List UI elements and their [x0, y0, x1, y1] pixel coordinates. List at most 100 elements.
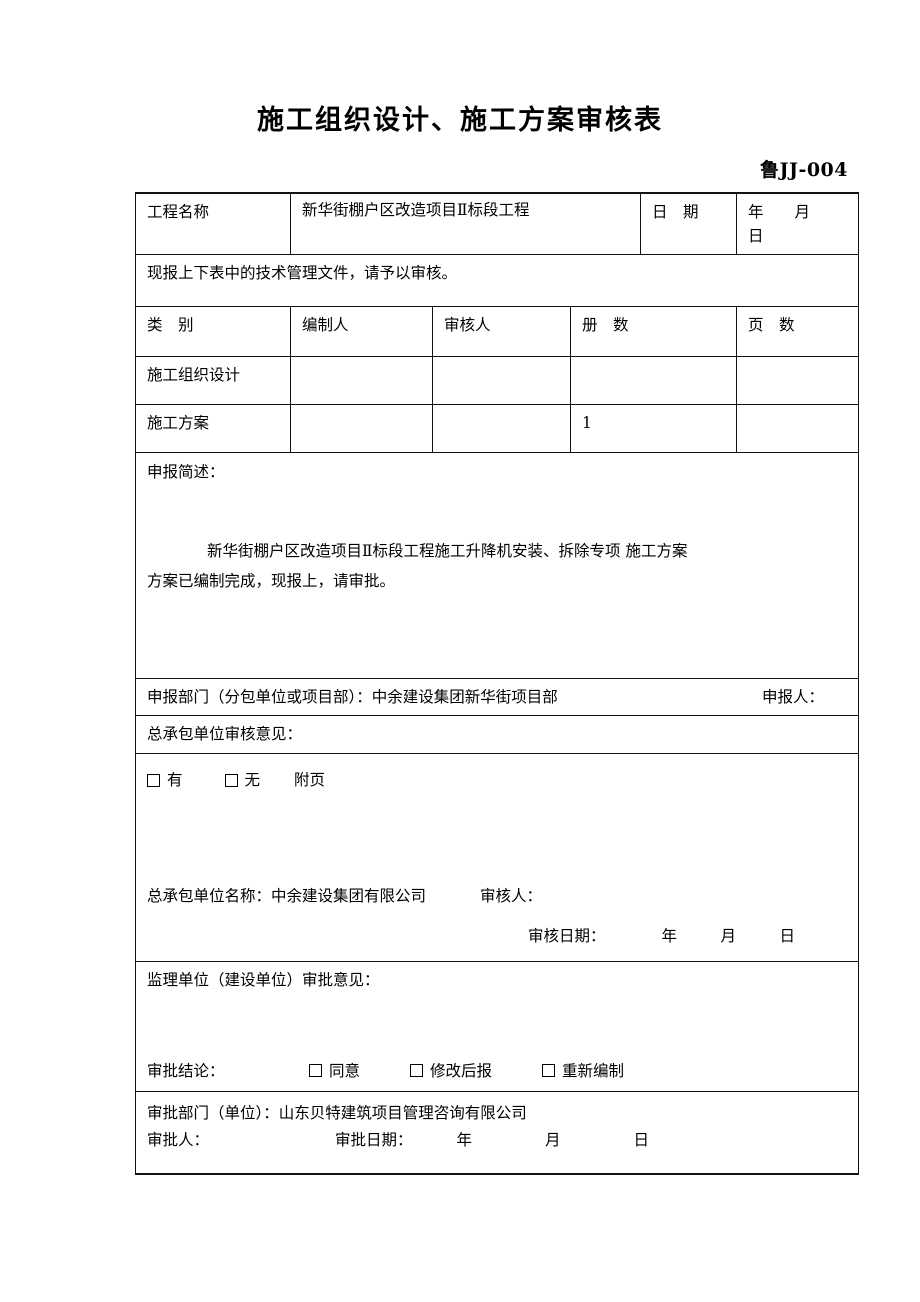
- supervisor-department-cell: 审批部门（单位）：山东贝特建筑项目管理咨询有限公司 审批人： 审批日期： 年 月…: [134, 1091, 860, 1175]
- project-name-value-cell[interactable]: 新华街棚户区改造项目Ⅱ标段工程: [289, 192, 642, 256]
- gc-review-date-row: 审核日期： 年 月 日: [134, 917, 860, 963]
- checkbox-icon[interactable]: [147, 773, 160, 787]
- declarant-label: 申报人：: [762, 688, 825, 707]
- header-volumes-cell: 册 数: [569, 306, 738, 358]
- gc-title-row: 总承包单位审核意见：: [134, 715, 860, 755]
- gc-company-label: 总承包单位名称：: [147, 886, 272, 905]
- table-row: 施工组织设计: [135, 356, 860, 406]
- header-category: 类 别: [147, 316, 194, 335]
- gc-company-row: 总承包单位名称： 中余建设集团有限公司 审核人：: [134, 875, 860, 918]
- page-title: 施工组织设计、施工方案审核表: [257, 105, 663, 136]
- row1-reviewer-cell[interactable]: [432, 404, 571, 454]
- supervisor-department-value: 山东贝特建筑项目管理咨询有限公司: [278, 1104, 527, 1123]
- date-value: 年 月 日: [748, 203, 842, 246]
- supervisor-option-revise-label: 修改后报: [430, 1061, 493, 1080]
- gc-checkbox-no-label: 无: [244, 771, 261, 790]
- gc-company-value: 中余建设集团有限公司: [271, 886, 427, 905]
- supervisor-approval-date-value: 年 月 日: [456, 1131, 664, 1150]
- supervisor-section-title: 监理单位（建设单位）审批意见：: [147, 971, 380, 990]
- date-label-cell: 日 期: [640, 192, 738, 256]
- review-form-table: 工程名称 新华街棚户区改造项目Ⅱ标段工程 日 期 年 月 日 现报上下表中的技术…: [134, 192, 860, 1175]
- project-name-label-cell: 工程名称: [135, 192, 291, 256]
- row0-reviewer-cell[interactable]: [432, 356, 571, 406]
- checkbox-icon[interactable]: [542, 1064, 556, 1078]
- declare-department-label: 申报部门（分包单位或项目部）：: [147, 688, 372, 707]
- brief-line-2: 方案已编制完成，现报上，请审批。: [147, 572, 396, 591]
- supervisor-title-row: 监理单位（建设单位）审批意见：: [134, 961, 860, 1010]
- date-label: 日 期: [652, 203, 699, 221]
- row1-volumes: 1: [582, 414, 592, 433]
- row0-pages-cell[interactable]: [736, 356, 860, 406]
- gc-section-title: 总承包单位审核意见：: [147, 725, 303, 744]
- header-category-cell: 类 别: [135, 306, 291, 358]
- header-author: 编制人: [302, 316, 349, 335]
- brief-body: 新华街棚户区改造项目Ⅱ标段工程施工升降机安装、拆除专项 施工方案 方案已编制完成…: [136, 484, 858, 596]
- supervisor-department-label: 审批部门（单位）：: [147, 1104, 279, 1123]
- row0-category: 施工组织设计: [147, 366, 241, 385]
- row1-category: 施工方案: [147, 414, 210, 433]
- row0-volumes-cell[interactable]: [569, 356, 738, 406]
- brief-row: 申报简述： 新华街棚户区改造项目Ⅱ标段工程施工升降机安装、拆除专项 施工方案 方…: [134, 452, 860, 680]
- row1-author-cell[interactable]: [290, 404, 433, 454]
- declare-department: 申报部门（分包单位或项目部）：中余建设集团新华街项目部: [147, 685, 558, 709]
- declare-row: 申报部门（分包单位或项目部）：中余建设集团新华街项目部 申报人：: [134, 678, 860, 717]
- row1-pages-cell[interactable]: [736, 404, 860, 454]
- row0-author-cell[interactable]: [290, 356, 433, 406]
- checkbox-icon[interactable]: [224, 773, 238, 787]
- supervisor-blank-row: [134, 1009, 860, 1048]
- header-author-cell: 编制人: [290, 306, 433, 358]
- header-reviewer: 审核人: [444, 316, 491, 335]
- project-name-value: 新华街棚户区改造项目Ⅱ标段工程: [302, 201, 530, 219]
- supervisor-department-line: 审批部门（单位）：山东贝特建筑项目管理咨询有限公司: [147, 1100, 858, 1127]
- gc-company-cell: 总承包单位名称： 中余建设集团有限公司 审核人：: [134, 875, 860, 918]
- gc-checkbox-yes-label: 有: [167, 771, 183, 790]
- gc-blank-cell[interactable]: [134, 811, 860, 876]
- project-row: 工程名称 新华街棚户区改造项目Ⅱ标段工程 日 期 年 月 日: [135, 192, 860, 256]
- supervisor-option-revise[interactable]: 修改后报: [410, 1059, 492, 1083]
- supervisor-blank-cell[interactable]: [134, 1009, 860, 1048]
- brief-label: 申报简述：: [147, 463, 225, 482]
- supervisor-conclusion-row: 审批结论： 同意 修改后报 重新编制: [134, 1047, 860, 1093]
- header-volumes: 册 数: [582, 316, 629, 335]
- gc-review-date-cell: 审核日期： 年 月 日: [134, 917, 860, 963]
- gc-checkbox-row: 有 无 附页: [134, 753, 860, 812]
- notice-text: 现报上下表中的技术管理文件，请予以审核。: [147, 264, 458, 283]
- supervisor-conclusion-label: 审批结论：: [147, 1061, 225, 1080]
- declare-department-value: 中余建设集团新华街项目部: [371, 688, 558, 707]
- project-name-label: 工程名称: [147, 203, 210, 221]
- notice-cell: 现报上下表中的技术管理文件，请予以审核。: [134, 254, 860, 308]
- supervisor-approval-date-label: 审批日期：: [335, 1131, 413, 1150]
- gc-checkbox-yes[interactable]: 有: [147, 768, 183, 792]
- supervisor-conclusion-cell: 审批结论： 同意 修改后报 重新编制: [134, 1047, 860, 1093]
- gc-title-cell: 总承包单位审核意见：: [134, 715, 860, 755]
- supervisor-option-rewrite-label: 重新编制: [562, 1061, 625, 1080]
- document-page: 施工组织设计、施工方案审核表 鲁JJ-004 工程名称 新华街棚户区改造项目Ⅱ标…: [0, 0, 920, 1302]
- gc-checkbox-no[interactable]: 无: [224, 768, 261, 792]
- supervisor-option-agree-label: 同意: [329, 1061, 361, 1080]
- gc-reviewer-label: 审核人：: [480, 886, 543, 905]
- gc-checkbox-cell: 有 无 附页: [134, 753, 860, 812]
- supervisor-department-row: 审批部门（单位）：山东贝特建筑项目管理咨询有限公司 审批人： 审批日期： 年 月…: [134, 1091, 860, 1175]
- row1-volumes-cell[interactable]: 1: [569, 404, 738, 454]
- supervisor-approver-label: 审批人：: [147, 1131, 210, 1150]
- declare-cell: 申报部门（分包单位或项目部）：中余建设集团新华街项目部 申报人：: [134, 678, 860, 717]
- checkbox-icon[interactable]: [309, 1064, 322, 1078]
- notice-row: 现报上下表中的技术管理文件，请予以审核。: [134, 254, 860, 308]
- supervisor-approver-line: 审批人： 审批日期： 年 月 日: [147, 1127, 858, 1154]
- gc-review-date-value: 年 月 日: [661, 926, 810, 945]
- table-row: 施工方案 1: [135, 404, 860, 454]
- gc-blank-row: [134, 811, 860, 876]
- header-pages: 页 数: [748, 316, 795, 335]
- brief-cell[interactable]: 申报简述： 新华街棚户区改造项目Ⅱ标段工程施工升降机安装、拆除专项 施工方案 方…: [134, 452, 860, 680]
- supervisor-option-rewrite[interactable]: 重新编制: [542, 1059, 624, 1083]
- supervisor-title-cell: 监理单位（建设单位）审批意见：: [134, 961, 860, 1010]
- gc-review-date-label: 审核日期：: [528, 926, 606, 945]
- date-value-cell[interactable]: 年 月 日: [736, 192, 860, 256]
- form-code: 鲁JJ-004: [759, 159, 848, 181]
- checkbox-icon[interactable]: [410, 1064, 424, 1078]
- supervisor-option-agree[interactable]: 同意: [309, 1059, 360, 1083]
- row0-category-cell: 施工组织设计: [135, 356, 291, 406]
- brief-line-1: 新华街棚户区改造项目Ⅱ标段工程施工升降机安装、拆除专项 施工方案: [207, 542, 688, 561]
- gc-attachment-label: 附页: [294, 771, 326, 790]
- row1-category-cell: 施工方案: [135, 404, 291, 454]
